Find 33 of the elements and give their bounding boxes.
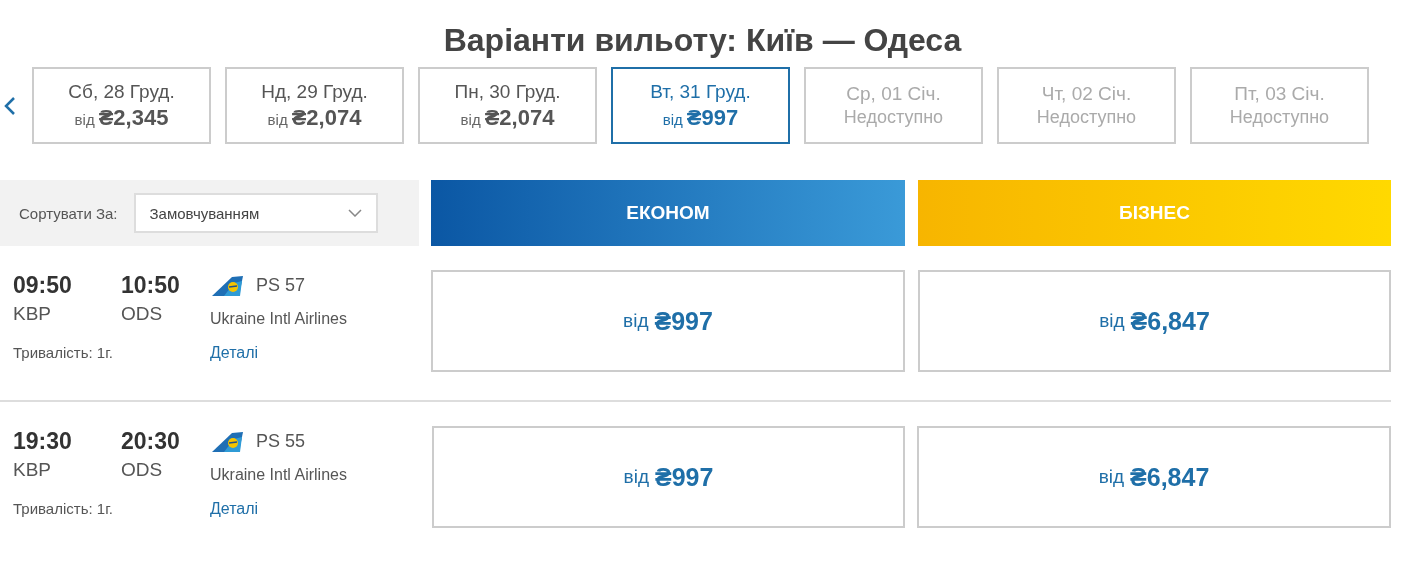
flight-duration: Тривалість: 1г. xyxy=(13,344,114,362)
chevron-down-icon xyxy=(347,209,362,217)
departure-time: 09:50 xyxy=(13,272,73,299)
flight-duration: Тривалість: 1г. xyxy=(13,500,114,518)
fare-button[interactable]: від ₴997 xyxy=(431,270,905,372)
date-tab[interactable]: Нд, 29 Груд. від ₴2,074 xyxy=(225,67,404,144)
date-tab[interactable]: Сб, 28 Груд. від ₴2,345 xyxy=(32,67,211,144)
details-link[interactable]: Деталі xyxy=(210,500,419,518)
departure-airport: KBP xyxy=(13,303,53,326)
airline-tail-icon xyxy=(210,430,244,453)
details-link[interactable]: Деталі xyxy=(210,344,419,362)
cabin-header: ЕКОНОМ xyxy=(431,180,905,246)
airline-name: Ukraine Intl Airlines xyxy=(210,309,348,328)
sort-label: Сортувати За: xyxy=(19,204,118,222)
arrival-airport: ODS xyxy=(121,459,164,482)
flight-number: PS 55 xyxy=(256,431,306,452)
chevron-left-icon[interactable] xyxy=(4,95,16,116)
airline-name: Ukraine Intl Airlines xyxy=(210,465,348,484)
fare-button[interactable]: від ₴997 xyxy=(432,426,905,528)
date-tab[interactable]: Пн, 30 Груд. від ₴2,074 xyxy=(418,67,597,144)
departure-airport: KBP xyxy=(13,459,53,482)
arrival-time: 10:50 xyxy=(121,272,181,299)
cabin-header: БІЗНЕС xyxy=(918,180,1391,246)
date-tab[interactable]: Вт, 31 Груд. від ₴997 xyxy=(611,67,790,144)
departure-time: 19:30 xyxy=(13,428,73,455)
sort-dropdown[interactable]: Замовчуванням xyxy=(133,193,378,233)
page-title: Варіанти вильоту: Київ — Одеса xyxy=(442,21,963,60)
airline-tail-icon xyxy=(210,274,244,297)
fare-button[interactable]: від ₴6,847 xyxy=(917,426,1391,528)
arrival-time: 20:30 xyxy=(121,428,181,455)
flight-number: PS 57 xyxy=(256,275,306,296)
arrival-airport: ODS xyxy=(121,303,164,326)
fare-button[interactable]: від ₴6,847 xyxy=(918,270,1391,372)
